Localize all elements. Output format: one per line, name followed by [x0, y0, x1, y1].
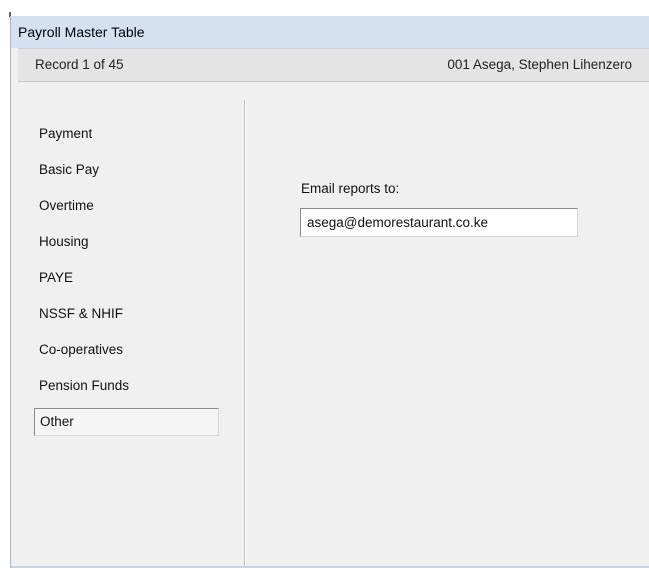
window-title-bar[interactable]: Payroll Master Table — [11, 16, 649, 48]
nav-item-housing[interactable]: Housing — [35, 228, 225, 264]
employee-name-display: 001 Asega, Stephen Lihenzero — [447, 57, 632, 72]
email-reports-label: Email reports to: — [301, 181, 400, 196]
nav-item-label: NSSF & NHIF — [39, 306, 124, 321]
nav-item-label: Co-operatives — [39, 342, 124, 357]
nav-item-co-operatives[interactable]: Co-operatives — [35, 336, 225, 372]
nav-item-label: Pension Funds — [39, 378, 130, 393]
nav-item-basic-pay[interactable]: Basic Pay — [35, 156, 225, 192]
record-navigation-bar: Record 1 of 45 001 Asega, Stephen Lihenz… — [18, 48, 649, 82]
nav-item-pension-funds[interactable]: Pension Funds — [35, 372, 225, 408]
nav-item-other[interactable]: Other — [34, 408, 219, 436]
email-reports-field[interactable] — [300, 208, 578, 237]
nav-item-overtime[interactable]: Overtime — [35, 192, 225, 228]
nav-item-label: Overtime — [39, 198, 94, 213]
page: Payroll Master Table Record 1 of 45 001 … — [0, 0, 649, 568]
nav-item-label: Basic Pay — [39, 162, 100, 177]
nav-item-paye[interactable]: PAYE — [35, 264, 225, 300]
nav-item-label: Other — [40, 414, 74, 429]
nav-item-label: PAYE — [39, 270, 74, 285]
record-counter: Record 1 of 45 — [35, 57, 124, 72]
nav-item-label: Payment — [39, 126, 93, 141]
nav-item-nssf-nhif[interactable]: NSSF & NHIF — [35, 300, 225, 336]
pane-divider-highlight — [245, 100, 246, 568]
section-nav-list: Payment Basic Pay Overtime Housing PAYE … — [34, 120, 225, 436]
nav-item-payment[interactable]: Payment — [35, 120, 225, 156]
nav-item-label: Housing — [39, 234, 89, 249]
payroll-master-window: Payroll Master Table Record 1 of 45 001 … — [10, 16, 649, 568]
window-title: Payroll Master Table — [18, 24, 145, 40]
